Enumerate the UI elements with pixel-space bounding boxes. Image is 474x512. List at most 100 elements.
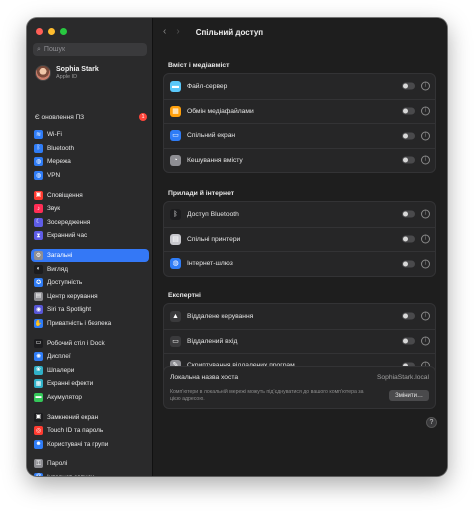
sidebar-item-sound[interactable]: ♪ Звук [31,202,149,216]
setting-row-file-sharing: ▬ Файл-сервер i [164,74,435,99]
sidebar-item-label: Замкнений екран [47,413,99,421]
sidebar-item-label: Користувачі та групи [47,440,109,448]
search-field[interactable]: ⌕ [33,43,147,56]
setting-label: Віддалений вхід [187,337,238,345]
toolbar: ‹ › Спільний доступ [153,18,447,46]
apple-id-profile[interactable]: Sophia Stark Apple ID [35,65,99,81]
sidebar-item-network[interactable]: ◍ Мережа [31,155,149,169]
sidebar-item-touch-id[interactable]: ◎ Touch ID та пароль [31,424,149,438]
sidebar-item-screen-time[interactable]: ⧗ Екранний час [31,229,149,243]
wifi-icon: ≋ [34,130,43,140]
toggle-switch[interactable] [402,337,415,345]
close-window-button[interactable] [36,28,43,35]
lock-screen-icon: ▣ [34,412,43,422]
screensaver-icon: ▦ [34,379,43,389]
control-center-icon: ▤ [34,291,43,301]
bluetooth-sharing-icon: ᛒ [170,208,181,220]
toggle-switch[interactable] [402,210,415,218]
passwords-icon: ⚿ [34,459,43,469]
sidebar-group: ▭ Робочий стіл і Dock ✺ Дисплеї ❀ Шпалери ▦ Екр… [31,336,149,404]
sidebar-item-bluetooth[interactable]: ᛒ Bluetooth [31,142,149,156]
sidebar-group: ⚿ Паролі @ Інтернет-записи [31,457,149,476]
vpn-icon: ◍ [34,171,43,181]
system-settings-window: ⌕ Sophia Stark Apple ID Є оновлення ПЗ 1… [27,18,447,476]
toggle-switch[interactable] [402,312,415,320]
section-title: Вміст і медіавміст [168,62,230,69]
sidebar-item-vpn[interactable]: ◍ VPN [31,169,149,183]
search-input[interactable] [43,46,134,53]
sidebar-item-desktop-dock[interactable]: ▭ Робочий стіл і Dock [31,336,149,350]
section-title: Експертні [168,292,201,299]
local-hostname-card: Локальна назва хоста SophiaStark.local К… [163,366,436,409]
edit-hostname-button[interactable]: Змінити… [389,390,429,401]
sidebar-item-battery[interactable]: ▬ Акумулятор [31,391,149,405]
toggle-switch[interactable] [402,132,415,140]
hostname-description: Комп’ютери в локальній мережі можуть під… [170,389,364,402]
sidebar-item-privacy[interactable]: ✋ Приватність і безпека [31,317,149,331]
toggle-switch[interactable] [402,156,415,164]
software-update-item[interactable]: Є оновлення ПЗ 1 [35,113,147,121]
main-pane: ‹ › Спільний доступ Вміст і медіавміст ▬ Ф… [153,18,447,476]
toggle-switch[interactable] [402,260,415,268]
sidebar-item-label: Мережа [47,158,71,166]
setting-label: Спільний екран [187,132,236,140]
sidebar-item-internet-accounts[interactable]: @ Інтернет-записи [31,471,149,476]
sidebar-item-label: Екранний час [47,232,88,240]
info-icon[interactable]: i [421,234,430,244]
sidebar-item-label: Інтернет-записи [47,474,94,476]
sidebar-item-passwords[interactable]: ⚿ Паролі [31,457,149,471]
sidebar-item-users[interactable]: ☻ Користувачі та групи [31,437,149,451]
sidebar-item-wallpaper[interactable]: ❀ Шпалери [31,364,149,378]
zoom-window-button[interactable] [60,28,67,35]
info-icon[interactable]: i [421,209,430,219]
sidebar-item-appearance[interactable]: ◐ Вигляд [31,262,149,276]
displays-icon: ✺ [34,352,43,362]
printer-sharing-icon: ▤ [170,233,181,245]
sidebar-item-notifications[interactable]: ▣ Сповіщення [31,188,149,202]
setting-label: Спільні принтери [187,235,241,243]
setting-row-content-caching: ◔ Кешування вмісту i [164,147,435,173]
sidebar-item-label: Вигляд [47,265,68,273]
help-button[interactable]: ? [426,417,437,428]
info-icon[interactable]: i [421,131,430,141]
sidebar-item-control-center[interactable]: ▤ Центр керування [31,290,149,304]
sidebar-item-displays[interactable]: ✺ Дисплеї [31,350,149,364]
back-arrow-icon[interactable]: ‹ [163,27,166,37]
toggle-switch[interactable] [402,235,415,243]
info-icon[interactable]: i [421,81,430,91]
sidebar-item-accessibility[interactable]: ✪ Доступність [31,276,149,290]
toggle-switch[interactable] [402,82,415,90]
minimize-window-button[interactable] [48,28,55,35]
sidebar-item-general[interactable]: ⚙ Загальні [31,248,149,263]
setting-row-screen-sharing: ▭ Спільний екран i [164,123,435,148]
focus-icon: ☾ [34,217,43,227]
sidebar-nav: ≋ Wi-Fi ᛒ Bluetooth ◍ Мережа ◍ VPN ▣ Сповіщення ♪ З… [31,128,149,476]
setting-row-media-sharing: ▦ Обмін медіафайлами i [164,98,435,124]
setting-label: Кешування вмісту [187,156,243,164]
info-icon[interactable]: i [421,336,430,346]
sidebar-item-label: Звук [47,205,61,213]
info-icon[interactable]: i [421,311,430,321]
setting-label: Інтернет-шлюз [187,260,233,268]
sidebar-group: ▣ Сповіщення ♪ Звук ☾ Зосередження ⧗ Екранний ч… [31,188,149,242]
sidebar-item-focus[interactable]: ☾ Зосередження [31,216,149,230]
sidebar-item-lock-screen[interactable]: ▣ Замкнений екран [31,410,149,424]
battery-icon: ▬ [34,392,43,402]
setting-row-printer-sharing: ▤ Спільні принтери i [164,226,435,252]
info-icon[interactable]: i [421,155,430,165]
general-icon: ⚙ [34,251,43,261]
users-icon: ☻ [34,439,43,449]
forward-arrow-icon[interactable]: › [176,27,179,37]
sidebar-item-label: VPN [47,172,61,180]
info-icon[interactable]: i [421,106,430,116]
remote-management-icon: ▲ [170,310,181,322]
touch-id-icon: ◎ [34,426,43,436]
network-icon: ◍ [34,157,43,167]
info-icon[interactable]: i [421,259,430,269]
settings-card: ᛒ Доступ Bluetooth i ▤ Спільні принтери i ◍ Інт… [163,201,436,277]
sidebar-item-label: Wi-Fi [47,131,62,139]
sidebar-item-screensaver[interactable]: ▦ Екранні ефекти [31,377,149,391]
sidebar-item-siri[interactable]: ◉ Siri та Spotlight [31,303,149,317]
sidebar-item-wifi[interactable]: ≋ Wi-Fi [31,128,149,142]
toggle-switch[interactable] [402,107,415,115]
